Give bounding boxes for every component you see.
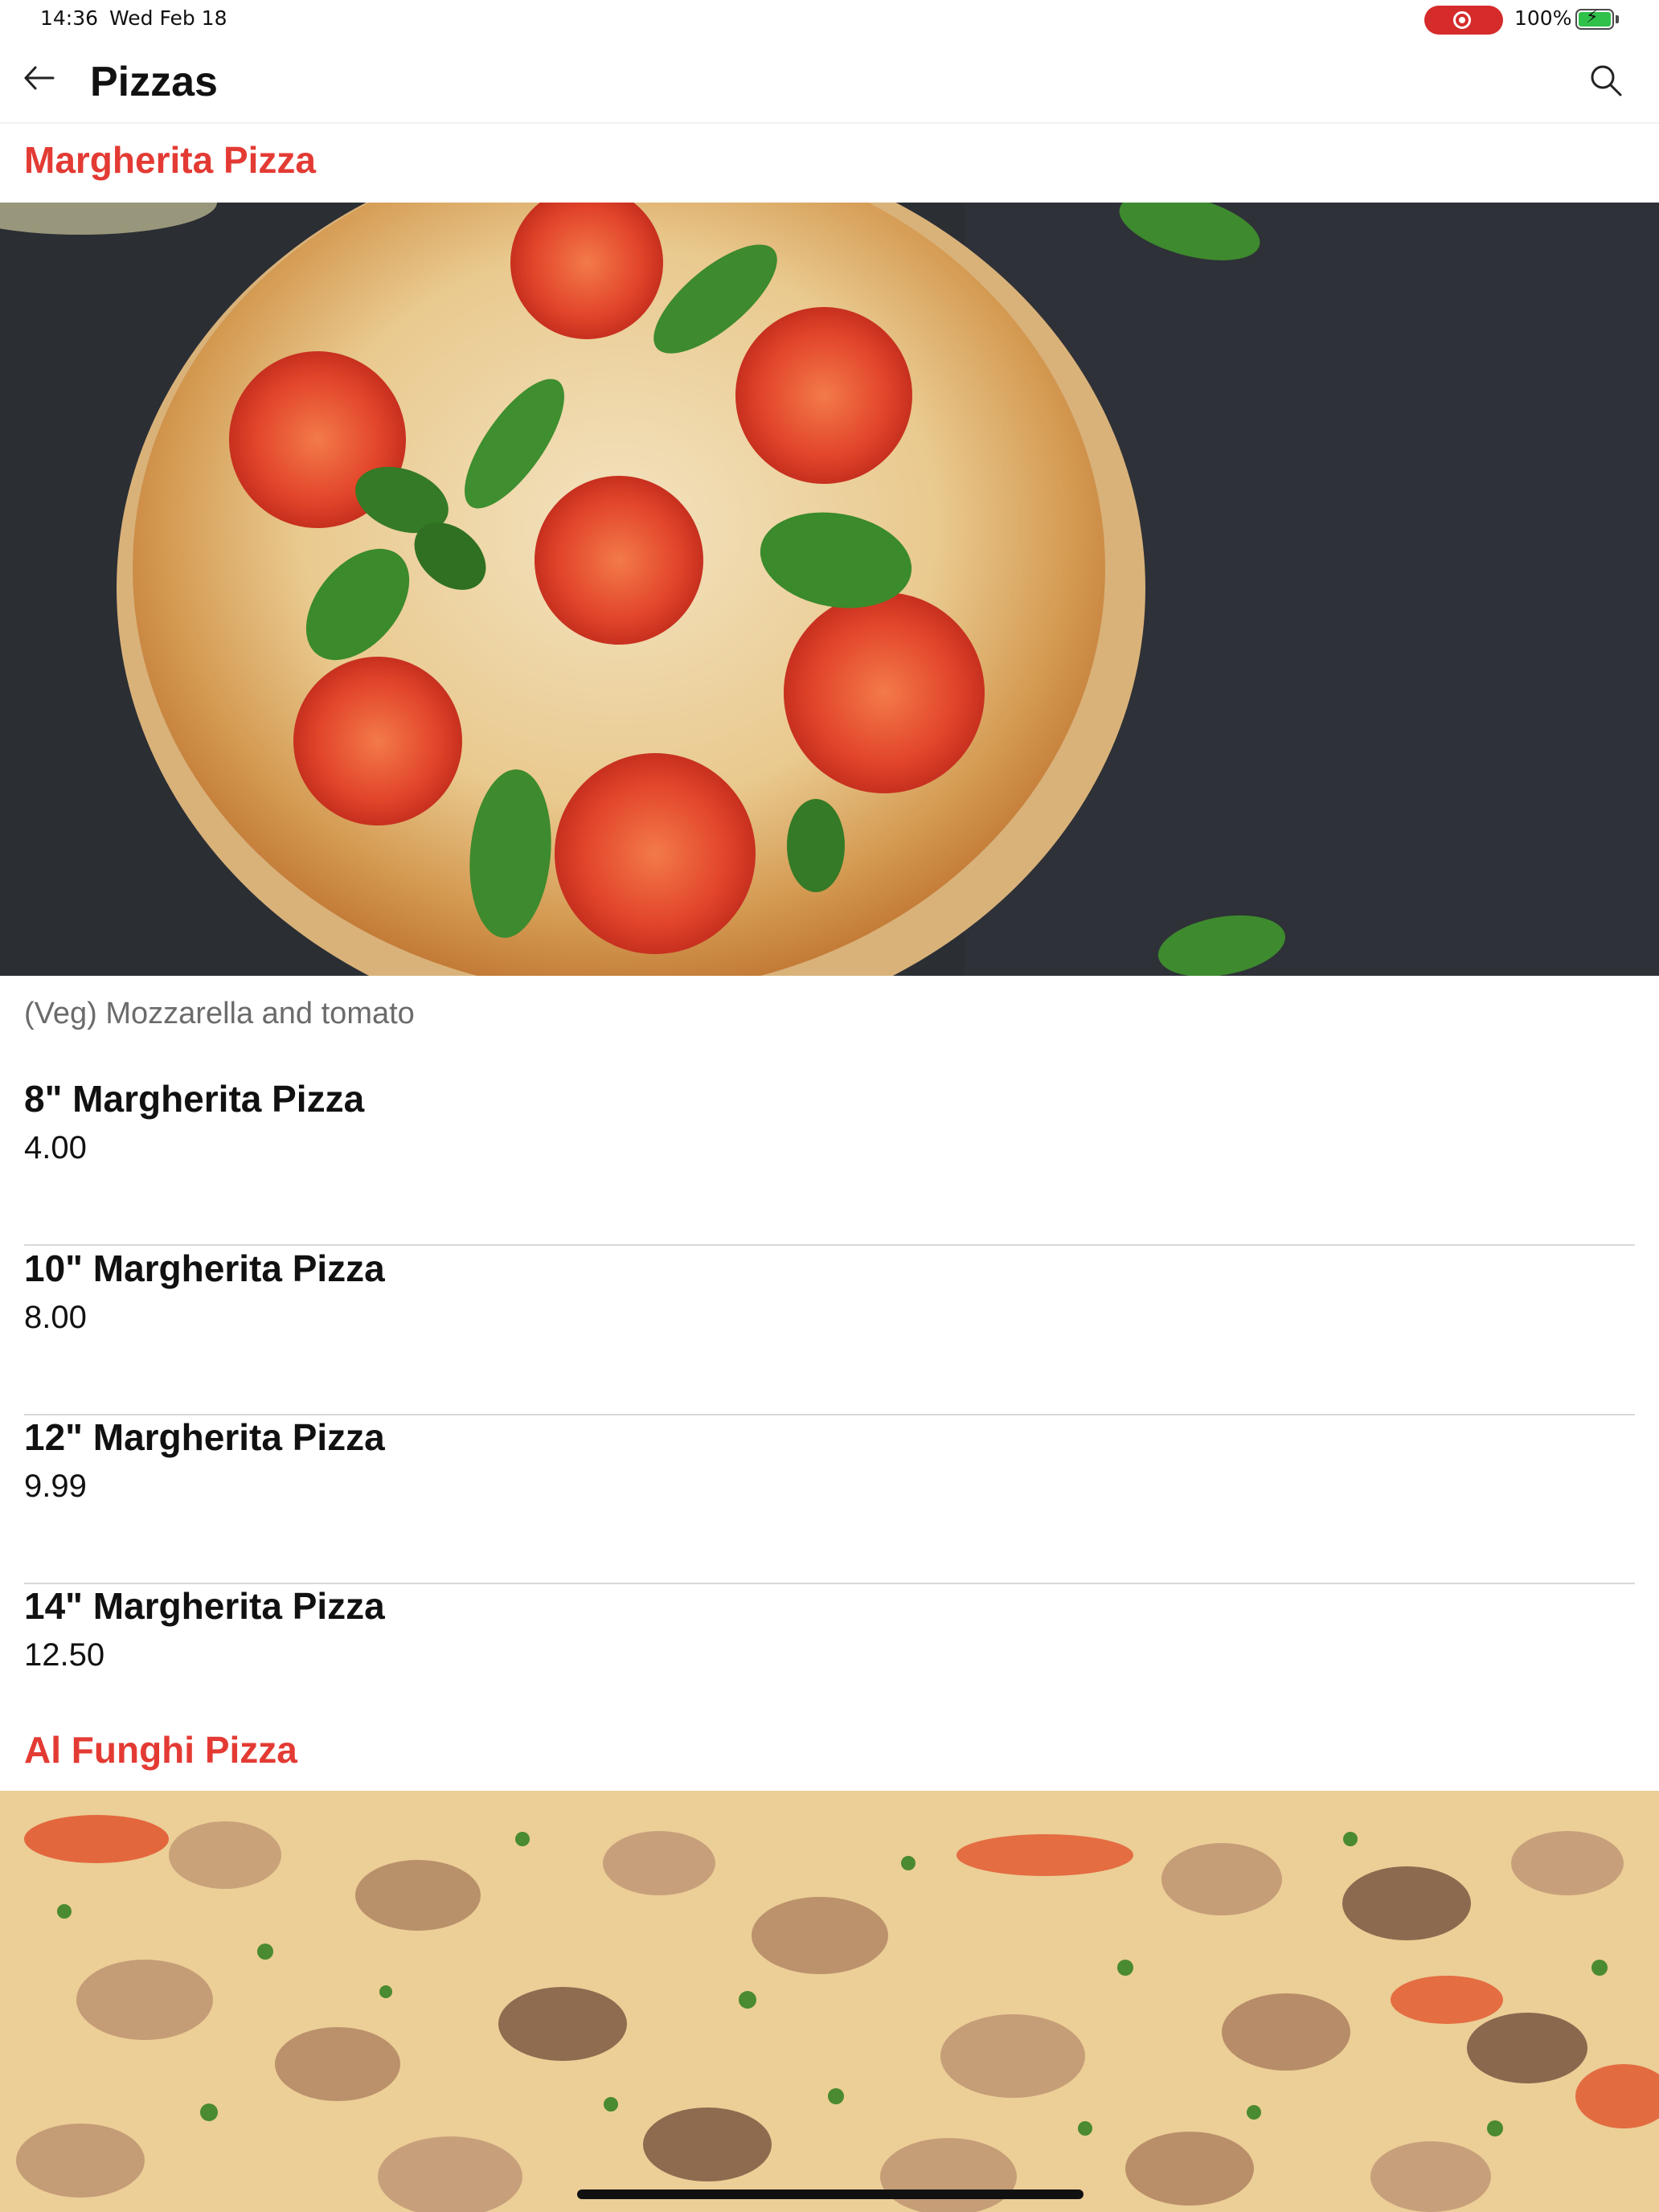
section-description: (Veg) Mozzarella and tomato [24, 997, 415, 1030]
battery-icon [1575, 7, 1614, 30]
record-icon [1453, 11, 1471, 29]
nav-bar: Pizzas [0, 37, 1659, 124]
status-bar: 14:36 Wed Feb 18 100% [0, 0, 1659, 37]
menu-item-price: 8.00 [24, 1300, 87, 1335]
menu-item[interactable]: 8" Margherita Pizza 4.00 [24, 1077, 1635, 1246]
section-title-al-funghi: Al Funghi Pizza [24, 1729, 297, 1771]
status-date: Wed Feb 18 [109, 6, 227, 30]
section-title-margherita: Margherita Pizza [24, 139, 316, 181]
menu-item[interactable]: 12" Margherita Pizza 9.99 [24, 1415, 1635, 1584]
search-button[interactable] [1587, 61, 1625, 100]
page-title: Pizzas [90, 59, 218, 105]
al-funghi-pizza-image [0, 1791, 1659, 2212]
battery-fill [1579, 7, 1611, 27]
menu-item-name: 14" Margherita Pizza [24, 1585, 385, 1627]
home-indicator[interactable] [577, 2189, 1083, 2199]
status-time: 14:36 [40, 6, 99, 30]
menu-item-name: 10" Margherita Pizza [24, 1247, 385, 1289]
screen-recording-indicator[interactable] [1424, 6, 1503, 35]
margherita-pizza-image [0, 203, 1659, 976]
menu-item[interactable]: 10" Margherita Pizza 8.00 [24, 1247, 1635, 1415]
menu-item-price: 9.99 [24, 1469, 87, 1504]
battery-tip [1616, 15, 1619, 23]
menu-item-price: 4.00 [24, 1130, 87, 1165]
arrow-left-icon [24, 66, 55, 90]
back-button[interactable] [19, 58, 59, 98]
menu-item-name: 8" Margherita Pizza [24, 1078, 365, 1120]
search-icon [1591, 65, 1622, 96]
menu-item-name: 12" Margherita Pizza [24, 1416, 385, 1458]
menu-item-price: 12.50 [24, 1637, 105, 1673]
battery-percentage: 100% [1514, 6, 1572, 30]
